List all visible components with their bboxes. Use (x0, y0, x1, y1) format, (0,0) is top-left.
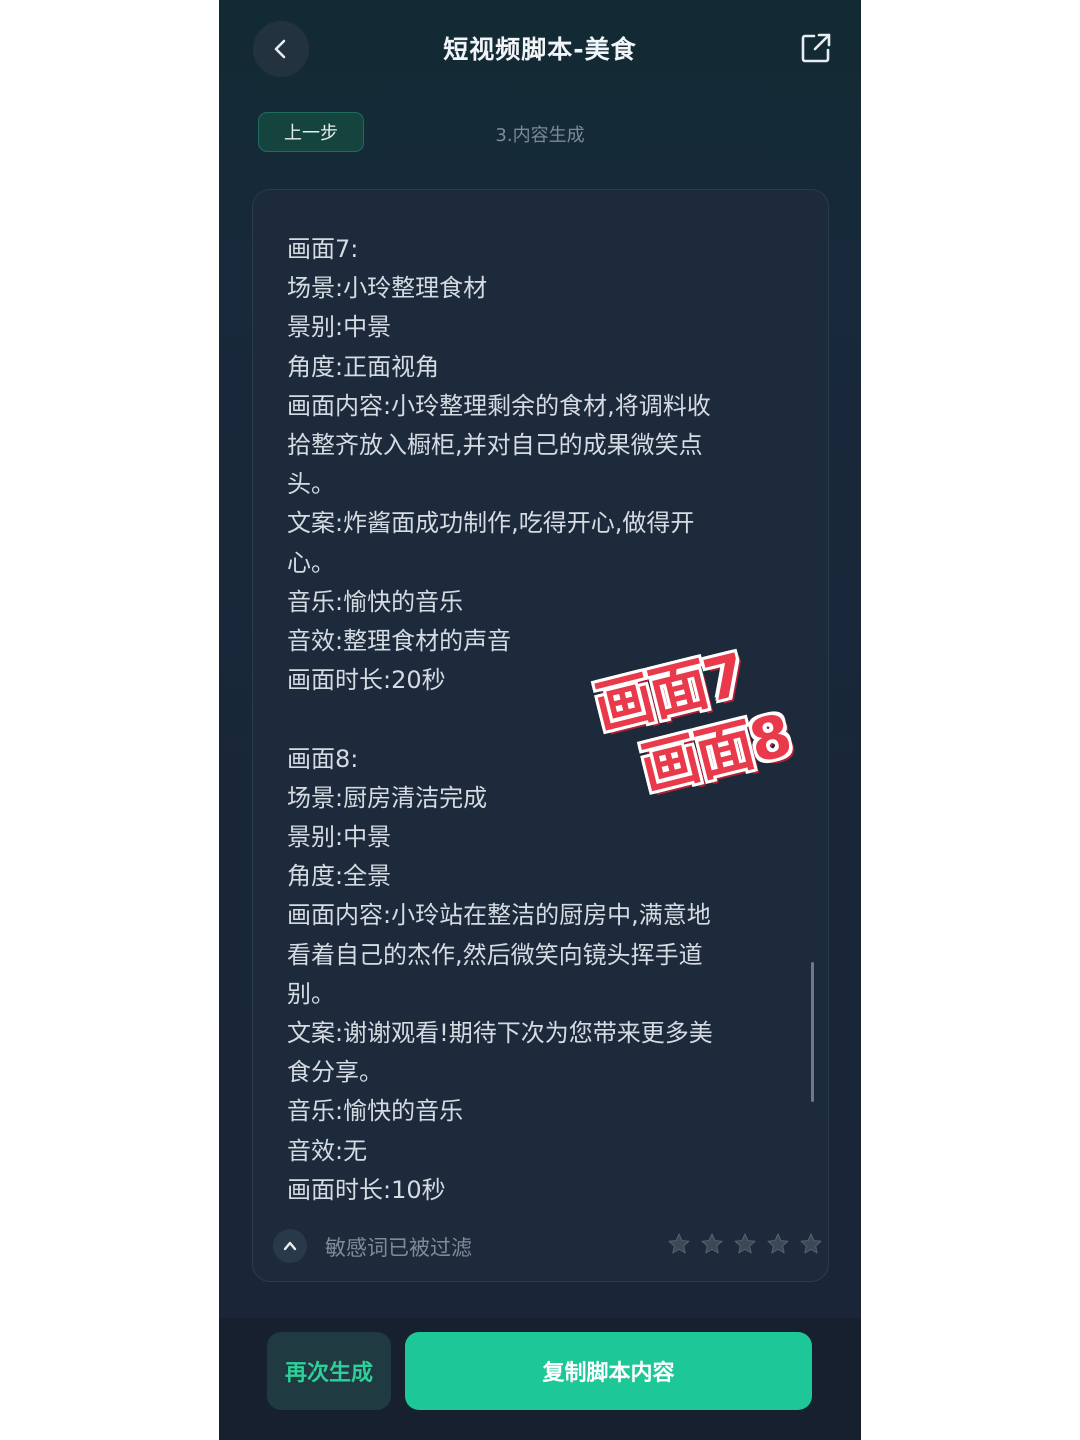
star-icon[interactable] (766, 1232, 790, 1256)
script-line: 画面时长:10秒 (287, 1175, 446, 1204)
filter-notice: 敏感词已被过滤 (325, 1236, 472, 1260)
script-line: 景别:中景 (287, 313, 392, 342)
step-row: 上一步 3.内容生成 (219, 112, 861, 152)
script-line: 角度:正面视角 (287, 352, 440, 381)
share-external-icon (801, 33, 831, 63)
script-line: 心。 (287, 548, 335, 577)
copy-script-button[interactable]: 复制脚本内容 (405, 1332, 812, 1410)
star-icon[interactable] (799, 1232, 823, 1256)
script-line: 画面内容:小玲整理剩余的食材,将调料收 (287, 391, 711, 420)
script-line: 看着自己的杰作,然后微笑向镜头挥手道 (287, 940, 703, 969)
share-button[interactable] (799, 31, 833, 65)
chevron-up-icon (283, 1241, 297, 1251)
page-title: 短视频脚本-美食 (443, 35, 637, 64)
star-icon[interactable] (733, 1232, 757, 1256)
bottom-action-bar: 再次生成 复制脚本内容 (219, 1318, 861, 1440)
script-line: 文案:炸酱面成功制作,吃得开心,做得开 (287, 509, 695, 538)
script-line: 音效:无 (287, 1136, 368, 1165)
top-bar: 短视频脚本-美食 (219, 0, 861, 100)
script-line: 场景:小玲整理食材 (287, 274, 488, 303)
card-footer: 敏感词已被过滤 (273, 1226, 822, 1266)
app-screen: 短视频脚本-美食 上一步 3.内容生成 画面7: 场景:小玲整理食材 景别:中景 角度… (219, 0, 861, 1440)
step-indicator: 3.内容生成 (495, 125, 585, 146)
star-icon[interactable] (667, 1232, 691, 1256)
collapse-button[interactable] (273, 1229, 307, 1263)
rating-stars (667, 1232, 823, 1256)
script-line: 头。 (287, 470, 335, 499)
script-line: 景别:中景 (287, 823, 392, 852)
scrollbar[interactable] (811, 962, 814, 1102)
script-line: 角度:全景 (287, 862, 392, 891)
script-line: 别。 (287, 979, 335, 1008)
script-line: 画面内容:小玲站在整洁的厨房中,满意地 (287, 901, 711, 930)
script-line: 画面7: (287, 235, 359, 263)
script-line: 文案:谢谢观看!期待下次为您带来更多美 (287, 1019, 713, 1048)
regenerate-button[interactable]: 再次生成 (267, 1332, 391, 1410)
star-icon[interactable] (700, 1232, 724, 1256)
script-line: 音乐:愉快的音乐 (287, 1097, 464, 1126)
script-line: 拾整齐放入橱柜,并对自己的成果微笑点 (287, 431, 703, 460)
script-line: 食分享。 (287, 1058, 383, 1087)
